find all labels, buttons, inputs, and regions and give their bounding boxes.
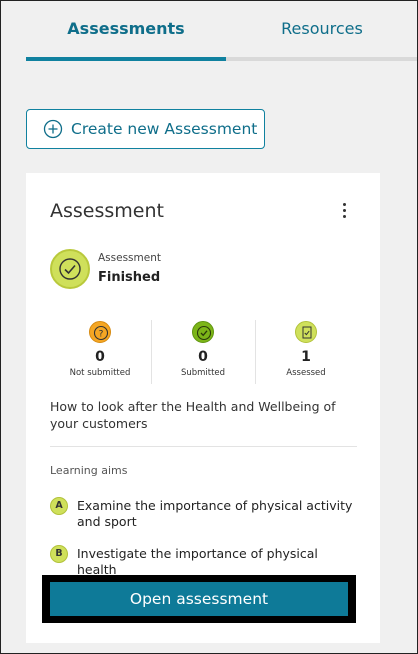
- status-label: Assessment: [98, 252, 161, 264]
- tab-bar: Assessments Resources: [26, 0, 418, 61]
- tab-active-indicator: [26, 57, 226, 61]
- aim-text: Investigate the importance of physical h…: [77, 546, 318, 577]
- open-assessment-button[interactable]: Open assessment: [50, 582, 348, 616]
- assessment-description: How to look after the Health and Wellbei…: [50, 399, 336, 431]
- stat-value: 0: [95, 349, 105, 365]
- assessed-doc-icon: [295, 321, 317, 343]
- check-circle-icon: [50, 249, 90, 289]
- assessment-card: Assessment Assessment Finished ? 0 Not s…: [26, 173, 380, 643]
- plus-circle-icon: [43, 119, 63, 139]
- kebab-menu-icon[interactable]: [338, 203, 350, 223]
- aim-badge: B: [50, 545, 68, 563]
- question-icon: ?: [89, 321, 111, 343]
- svg-text:?: ?: [99, 329, 104, 339]
- check-icon: [192, 321, 214, 343]
- learning-aims-heading: Learning aims: [50, 464, 128, 477]
- section-divider: [50, 446, 357, 447]
- stat-value: 1: [301, 349, 311, 365]
- learning-aim-b: B Investigate the importance of physical…: [50, 545, 360, 577]
- stat-not-submitted[interactable]: ? 0 Not submitted: [48, 321, 152, 378]
- learning-aim-a: A Examine the importance of physical act…: [50, 497, 360, 531]
- aim-text: Examine the importance of physical activ…: [77, 498, 353, 529]
- stat-submitted[interactable]: 0 Submitted: [151, 321, 255, 378]
- card-title: Assessment: [50, 200, 164, 222]
- tab-assessments[interactable]: Assessments: [26, 0, 226, 56]
- create-assessment-button[interactable]: Create new Assessment: [26, 109, 265, 149]
- status-value: Finished: [98, 270, 161, 285]
- stat-label: Submitted: [180, 368, 226, 378]
- tab-resources[interactable]: Resources: [226, 0, 418, 56]
- stat-label: Not submitted: [69, 368, 131, 378]
- stat-value: 0: [198, 349, 208, 365]
- open-assessment-focus-ring: Open assessment: [42, 575, 356, 623]
- create-assessment-label: Create new Assessment: [71, 120, 258, 138]
- stat-label: Assessed: [286, 368, 326, 378]
- aim-badge: A: [50, 497, 68, 515]
- stat-assessed[interactable]: 1 Assessed: [254, 321, 358, 378]
